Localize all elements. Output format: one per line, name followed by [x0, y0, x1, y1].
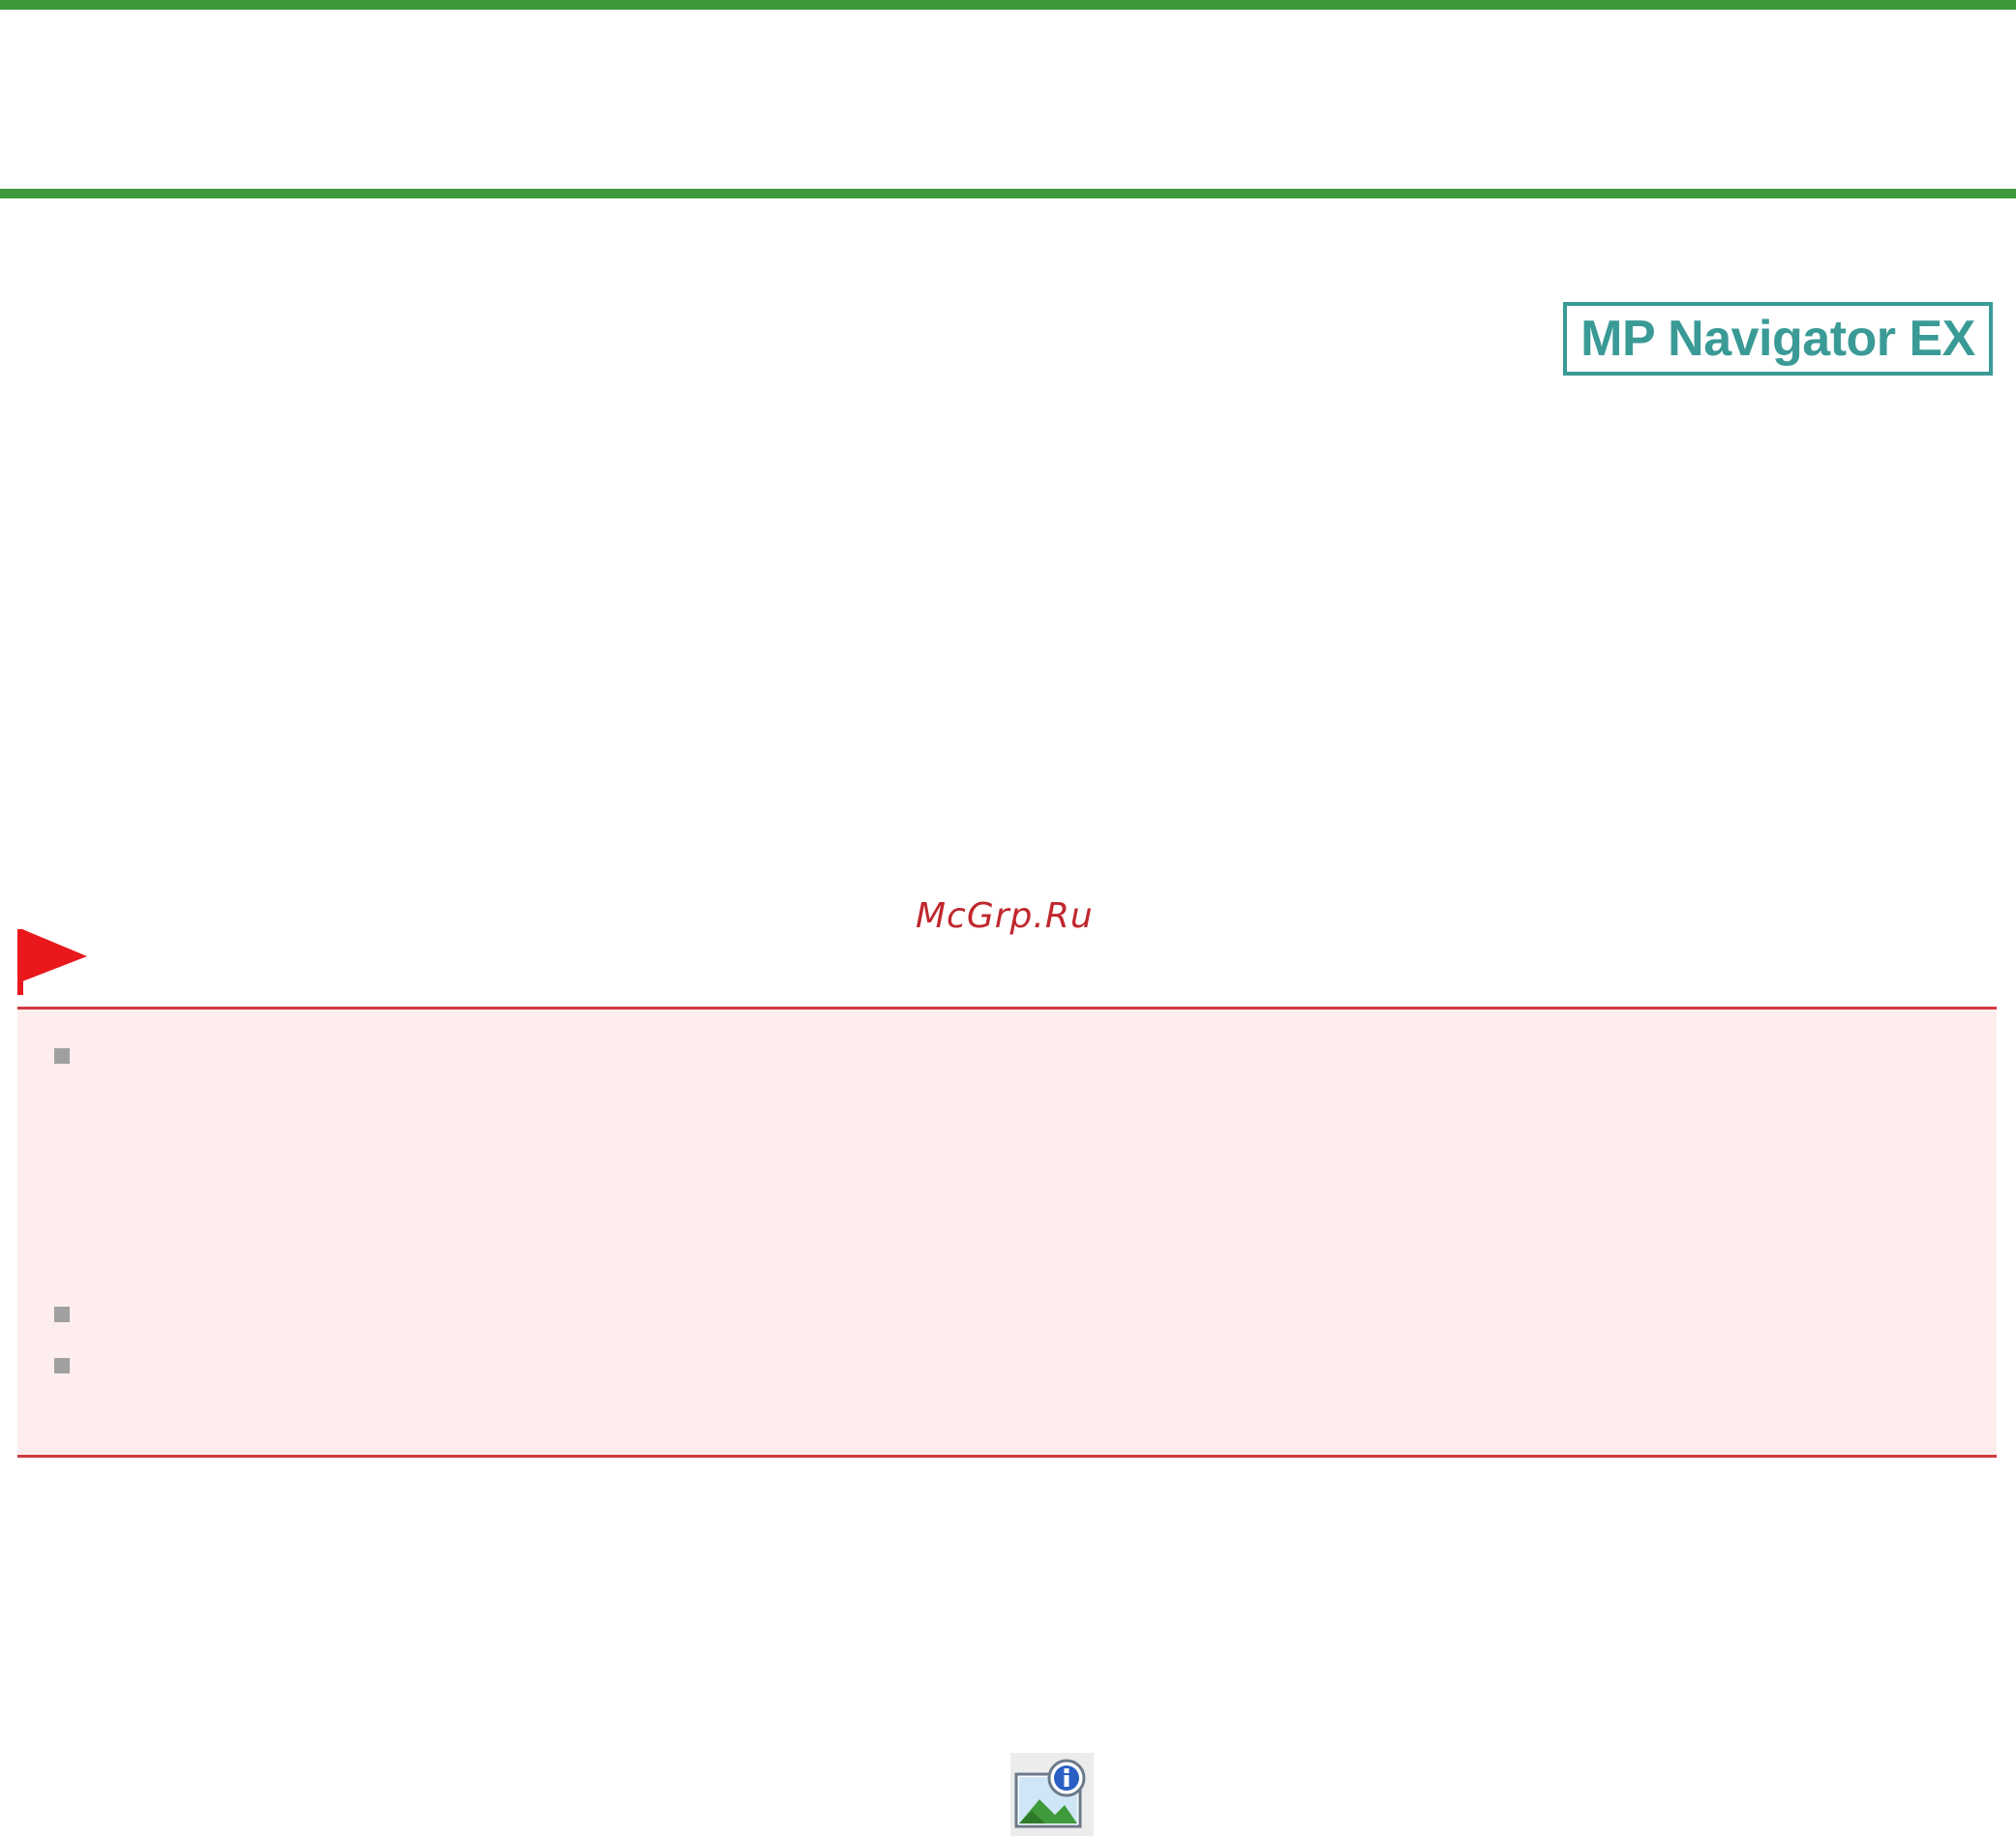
- watermark-text: McGrp.Ru: [916, 896, 1094, 936]
- gray-square-bullet-icon: [54, 1048, 70, 1064]
- header-bottom-rule: [0, 189, 2016, 198]
- image-info-icon-graphic: [1014, 1759, 1086, 1828]
- header-top-rule: [0, 0, 2016, 10]
- gray-square-bullet-icon: [54, 1358, 70, 1373]
- important-notice-box: [17, 1007, 1997, 1458]
- gray-square-bullet-icon: [54, 1307, 70, 1322]
- image-info-icon[interactable]: [1010, 1753, 1094, 1836]
- product-badge-label: MP Navigator EX: [1580, 311, 1975, 367]
- product-badge: MP Navigator EX: [1563, 302, 1993, 376]
- red-flag-icon: [17, 929, 87, 995]
